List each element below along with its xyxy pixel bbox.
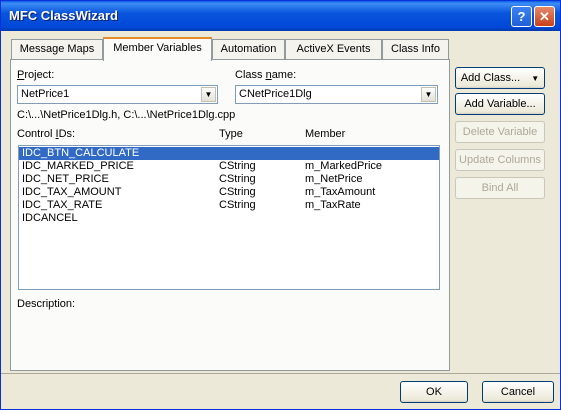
project-combo[interactable]: NetPrice1 ▼ [17, 85, 218, 104]
chevron-down-icon[interactable]: ▼ [201, 87, 216, 102]
tab-automation[interactable]: Automation [212, 39, 285, 59]
list-item[interactable]: IDC_MARKED_PRICE CString m_MarkedPrice [19, 160, 439, 173]
add-variable-button[interactable]: Add Variable... [455, 93, 545, 115]
control-type: CString [219, 160, 256, 172]
list-item[interactable]: IDCANCEL [19, 212, 439, 225]
list-item[interactable]: IDC_BTN_CALCULATE [19, 147, 439, 160]
project-value: NetPrice1 [21, 88, 70, 100]
tab-message-maps[interactable]: Message Maps [11, 39, 103, 59]
label-part: Class [235, 69, 266, 81]
label-part: ame: [271, 69, 297, 81]
delete-variable-button[interactable]: Delete Variable [455, 121, 545, 143]
tab-label: Member Variables [113, 42, 202, 54]
control-member: m_TaxRate [305, 199, 361, 211]
chevron-down-icon[interactable]: ▼ [421, 87, 436, 102]
window-title: MFC ClassWizard [9, 8, 118, 23]
help-icon: ? [517, 9, 526, 24]
control-id: IDC_MARKED_PRICE [22, 160, 134, 172]
tab-label: Class Info [391, 43, 440, 55]
file-paths: C:\...\NetPrice1Dlg.h, C:\...\NetPrice1D… [17, 109, 236, 121]
ok-button[interactable]: OK [400, 381, 468, 403]
label-part: Ds: [58, 128, 76, 140]
close-button[interactable]: ✕ [534, 6, 555, 27]
list-item[interactable]: IDC_NET_PRICE CString m_NetPrice [19, 173, 439, 186]
list-item[interactable]: IDC_TAX_AMOUNT CString m_TaxAmount [19, 186, 439, 199]
control-member: m_TaxAmount [305, 186, 376, 198]
column-header-member[interactable]: Member [305, 128, 345, 140]
class-name-value: CNetPrice1Dlg [239, 88, 312, 100]
help-button[interactable]: ? [511, 6, 532, 27]
control-ids-list[interactable]: IDC_BTN_CALCULATE IDC_MARKED_PRICE CStri… [18, 145, 440, 290]
project-label: Project: [17, 69, 54, 81]
close-icon: ✕ [539, 9, 550, 24]
class-name-label: Class name: [235, 69, 296, 81]
add-class-button[interactable]: Add Class... ▼ [455, 67, 545, 89]
classwizard-window: MFC ClassWizard ? ✕ Message Maps Member … [0, 0, 561, 410]
column-header-control-ids[interactable]: Control IDs: [17, 128, 75, 140]
add-class-label: Add Class... [460, 72, 521, 84]
tab-label: ActiveX Events [296, 43, 371, 55]
divider [1, 373, 560, 374]
tab-member-variables[interactable]: Member Variables [103, 37, 212, 61]
description-label: Description: [17, 298, 76, 310]
control-type: CString [219, 186, 256, 198]
member-variables-panel: Project: NetPrice1 ▼ Class name: CNetPri… [10, 59, 450, 371]
class-name-combo[interactable]: CNetPrice1Dlg ▼ [235, 85, 438, 104]
chevron-down-icon: ▼ [531, 74, 540, 83]
control-type: CString [219, 199, 256, 211]
tab-class-info[interactable]: Class Info [382, 39, 449, 59]
control-id: IDC_BTN_CALCULATE [22, 147, 140, 159]
control-type: CString [219, 173, 256, 185]
control-id: IDC_TAX_RATE [22, 199, 103, 211]
tab-label: Message Maps [19, 43, 95, 55]
cancel-button[interactable]: Cancel [482, 381, 554, 403]
control-member: m_NetPrice [305, 173, 363, 185]
control-id: IDC_NET_PRICE [22, 173, 109, 185]
label-part: Control [17, 128, 56, 140]
control-id: IDCANCEL [22, 212, 78, 224]
title-bar[interactable]: MFC ClassWizard ? ✕ [1, 1, 560, 31]
tab-label: Automation [220, 43, 277, 55]
control-member: m_MarkedPrice [305, 160, 383, 172]
update-columns-button[interactable]: Update Columns [455, 149, 545, 171]
bind-all-button[interactable]: Bind All [455, 177, 545, 199]
column-header-type[interactable]: Type [219, 128, 243, 140]
control-id: IDC_TAX_AMOUNT [22, 186, 122, 198]
list-item[interactable]: IDC_TAX_RATE CString m_TaxRate [19, 199, 439, 212]
label-part: roject: [24, 69, 55, 81]
tab-activex-events[interactable]: ActiveX Events [285, 39, 382, 59]
